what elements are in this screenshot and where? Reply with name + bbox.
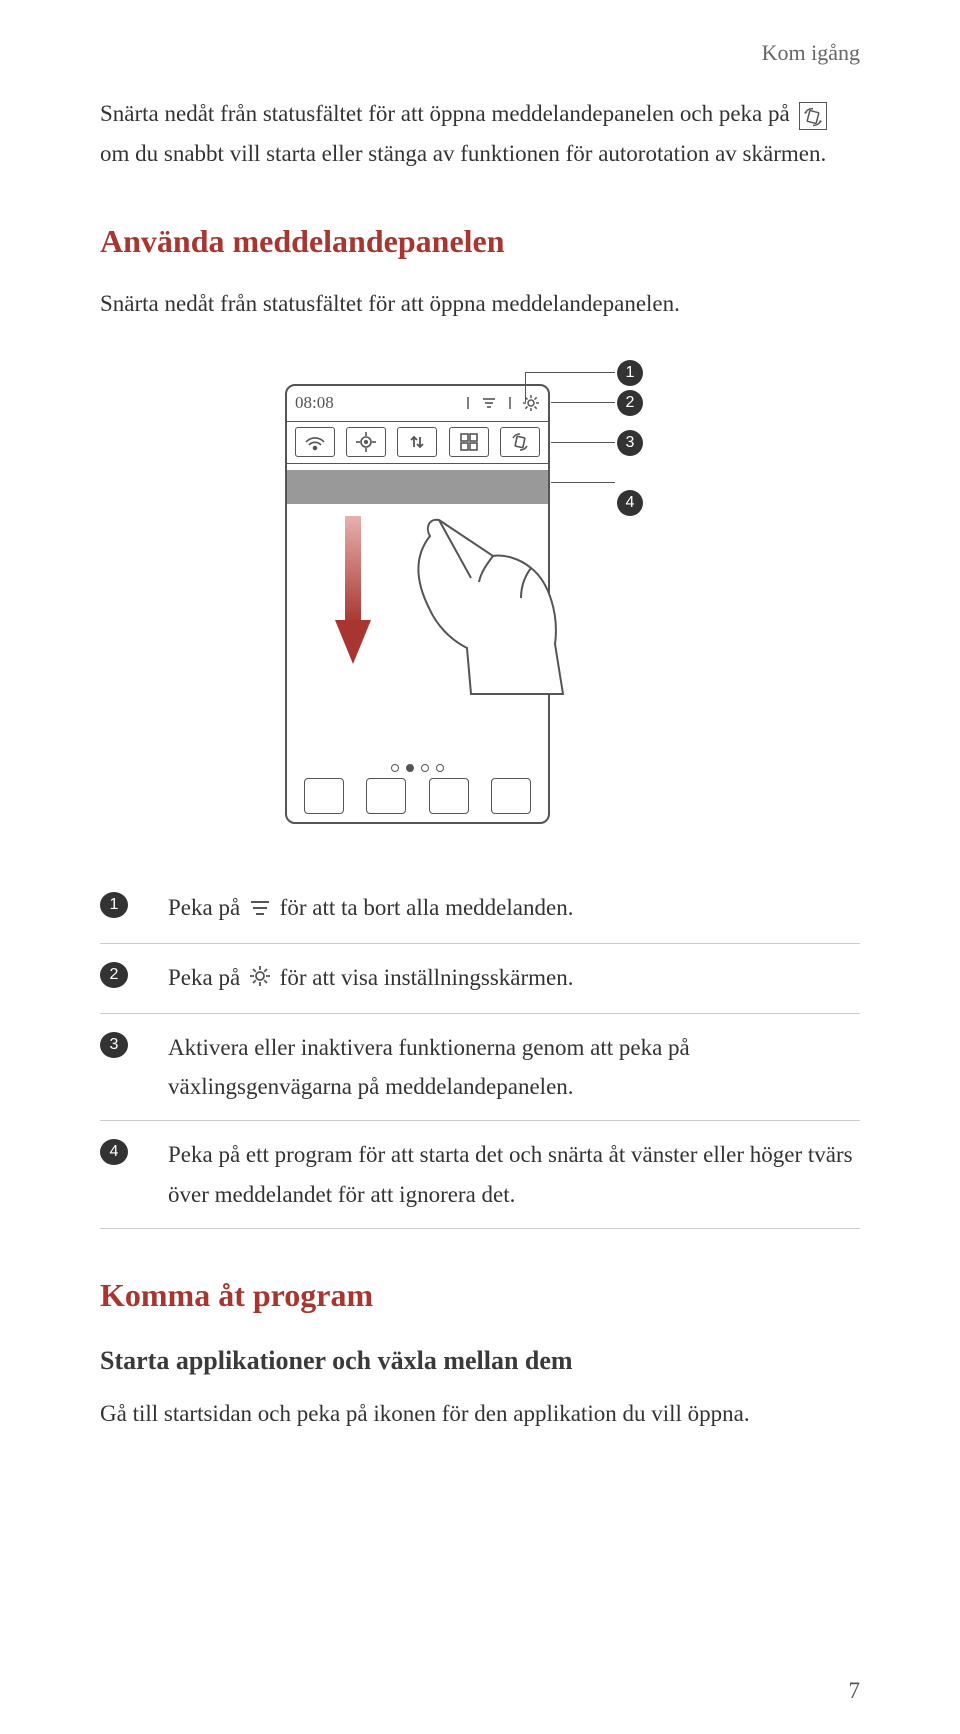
page-dots (287, 764, 548, 772)
page-number: 7 (849, 1678, 861, 1704)
notification-bar (287, 470, 548, 504)
gear-icon (249, 960, 271, 999)
app-row (287, 778, 548, 814)
status-time: 08:08 (295, 393, 334, 413)
rotate-toggle (500, 427, 540, 457)
legend-2-prefix: Peka på (168, 965, 246, 990)
phone-illustration: 08:08 (285, 384, 550, 824)
legend-num-1: 1 (100, 892, 128, 918)
legend-num-2: 2 (100, 962, 128, 988)
legend-3-text: Aktivera eller inaktivera funktionerna g… (168, 1028, 860, 1106)
callout-3: 3 (617, 430, 643, 456)
data-toggle (397, 427, 437, 457)
legend-table: 1 Peka på för att ta bort alla meddeland… (100, 874, 860, 1229)
wifi-toggle (295, 427, 335, 457)
grid-toggle (449, 427, 489, 457)
diagram-container: 08:08 (100, 354, 860, 834)
section-heading-access-programs: Komma åt program (100, 1277, 860, 1314)
legend-2-suffix: för att visa inställningsskärmen. (280, 965, 574, 990)
section-heading-notification-panel: Använda meddelandepanelen (100, 223, 860, 260)
intro-text-a: Snärta nedåt från statusfältet för att ö… (100, 101, 790, 126)
clear-lines-icon (480, 395, 498, 411)
legend-row-3: 3 Aktivera eller inaktivera funktionerna… (100, 1014, 860, 1121)
swipe-down-arrow-icon (331, 516, 375, 666)
intro-text-b: om du snabbt vill starta eller stänga av… (100, 141, 826, 166)
legend-num-3: 3 (100, 1032, 128, 1058)
hand-icon (375, 506, 565, 696)
section3-paragraph: Gå till startsidan och peka på ikonen fö… (100, 1394, 860, 1434)
legend-row-4: 4 Peka på ett program för att starta det… (100, 1121, 860, 1228)
sub-heading-start-apps: Starta applikationer och växla mellan de… (100, 1346, 860, 1376)
legend-1-suffix: för att ta bort alla meddelanden. (280, 895, 574, 920)
legend-row-1: 1 Peka på för att ta bort alla meddeland… (100, 874, 860, 944)
section2-paragraph: Snärta nedåt från statusfältet för att ö… (100, 284, 860, 324)
status-bar: 08:08 (287, 386, 548, 422)
legend-num-4: 4 (100, 1139, 128, 1165)
divider-icon (460, 395, 476, 411)
legend-1-prefix: Peka på (168, 895, 246, 920)
gps-toggle (346, 427, 386, 457)
callout-1: 1 (617, 360, 643, 386)
legend-row-2: 2 Peka på för att visa inställningsskärm… (100, 944, 860, 1014)
page-header-breadcrumb: Kom igång (100, 40, 860, 66)
intro-paragraph: Snärta nedåt från statusfältet för att ö… (100, 94, 860, 175)
callout-2: 2 (617, 390, 643, 416)
clear-icon (249, 890, 271, 929)
autorotate-icon (799, 102, 827, 130)
legend-4-text: Peka på ett program för att starta det o… (168, 1135, 860, 1213)
callout-4: 4 (617, 490, 643, 516)
divider-icon (502, 395, 518, 411)
toggle-shortcuts-row (287, 422, 548, 464)
